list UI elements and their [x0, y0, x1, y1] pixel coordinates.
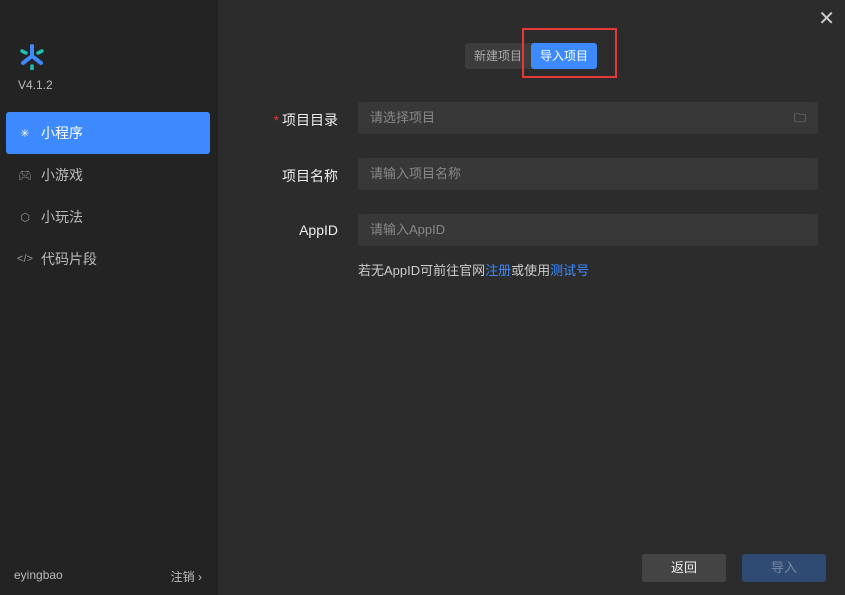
- dir-label: * 项目目录: [274, 110, 338, 130]
- logout-link[interactable]: 注销 ›: [171, 568, 202, 585]
- sidebar-item-label: 代码片段: [41, 251, 97, 267]
- miniprogram-icon: ✳: [20, 127, 30, 140]
- hint-text: 若无AppID可前往官网: [358, 263, 486, 278]
- username: eyingbao: [14, 568, 63, 582]
- sidebar-item-minigame[interactable]: 🎮︎ 小游戏: [6, 154, 210, 196]
- appid-input[interactable]: 请输入AppID: [358, 214, 818, 246]
- version: V4.1.2: [18, 78, 53, 92]
- project-name-input[interactable]: 请输入项目名称: [358, 158, 818, 190]
- import-button[interactable]: 导入: [742, 554, 826, 582]
- chevron-right-icon: ›: [198, 570, 202, 584]
- sidebar-item-miniplay[interactable]: ⬡ 小玩法: [6, 196, 210, 238]
- required-mark: *: [273, 112, 279, 128]
- sidebar-item-label: 小游戏: [41, 167, 83, 183]
- folder-icon[interactable]: 🗀: [794, 102, 806, 134]
- code-icon: </>: [17, 253, 33, 265]
- sidebar-item-code-snippet[interactable]: </> 代码片段: [6, 238, 210, 280]
- sidebar: V4.1.2 ✳ 小程序 🎮︎ 小游戏 ⬡ 小玩法 </> 代码片段 eyingbao …: [0, 0, 218, 595]
- dir-label-text: 项目目录: [282, 112, 338, 128]
- close-icon[interactable]: ✕: [818, 6, 835, 31]
- app-logo: [20, 44, 44, 70]
- back-button[interactable]: 返回: [642, 554, 726, 582]
- appid-hint: 若无AppID可前往官网注册或使用测试号: [358, 260, 589, 279]
- gamepad-icon: 🎮︎: [18, 169, 32, 182]
- sidebar-item-label: 小程序: [41, 125, 83, 141]
- project-dir-input[interactable]: 请选择项目 🗀: [358, 102, 818, 134]
- dir-placeholder: 请选择项目: [370, 110, 436, 125]
- appid-label: AppID: [299, 222, 338, 238]
- highlight-box: [522, 28, 617, 78]
- sidebar-item-miniprogram[interactable]: ✳ 小程序: [6, 112, 210, 154]
- hint-text: 或使用: [511, 263, 551, 278]
- logout-label: 注销: [170, 570, 195, 584]
- test-account-link[interactable]: 测试号: [550, 263, 589, 278]
- name-label: 项目名称: [282, 168, 338, 184]
- register-link[interactable]: 注册: [485, 263, 511, 278]
- cube-icon: ⬡: [20, 211, 30, 224]
- sidebar-item-label: 小玩法: [41, 209, 83, 225]
